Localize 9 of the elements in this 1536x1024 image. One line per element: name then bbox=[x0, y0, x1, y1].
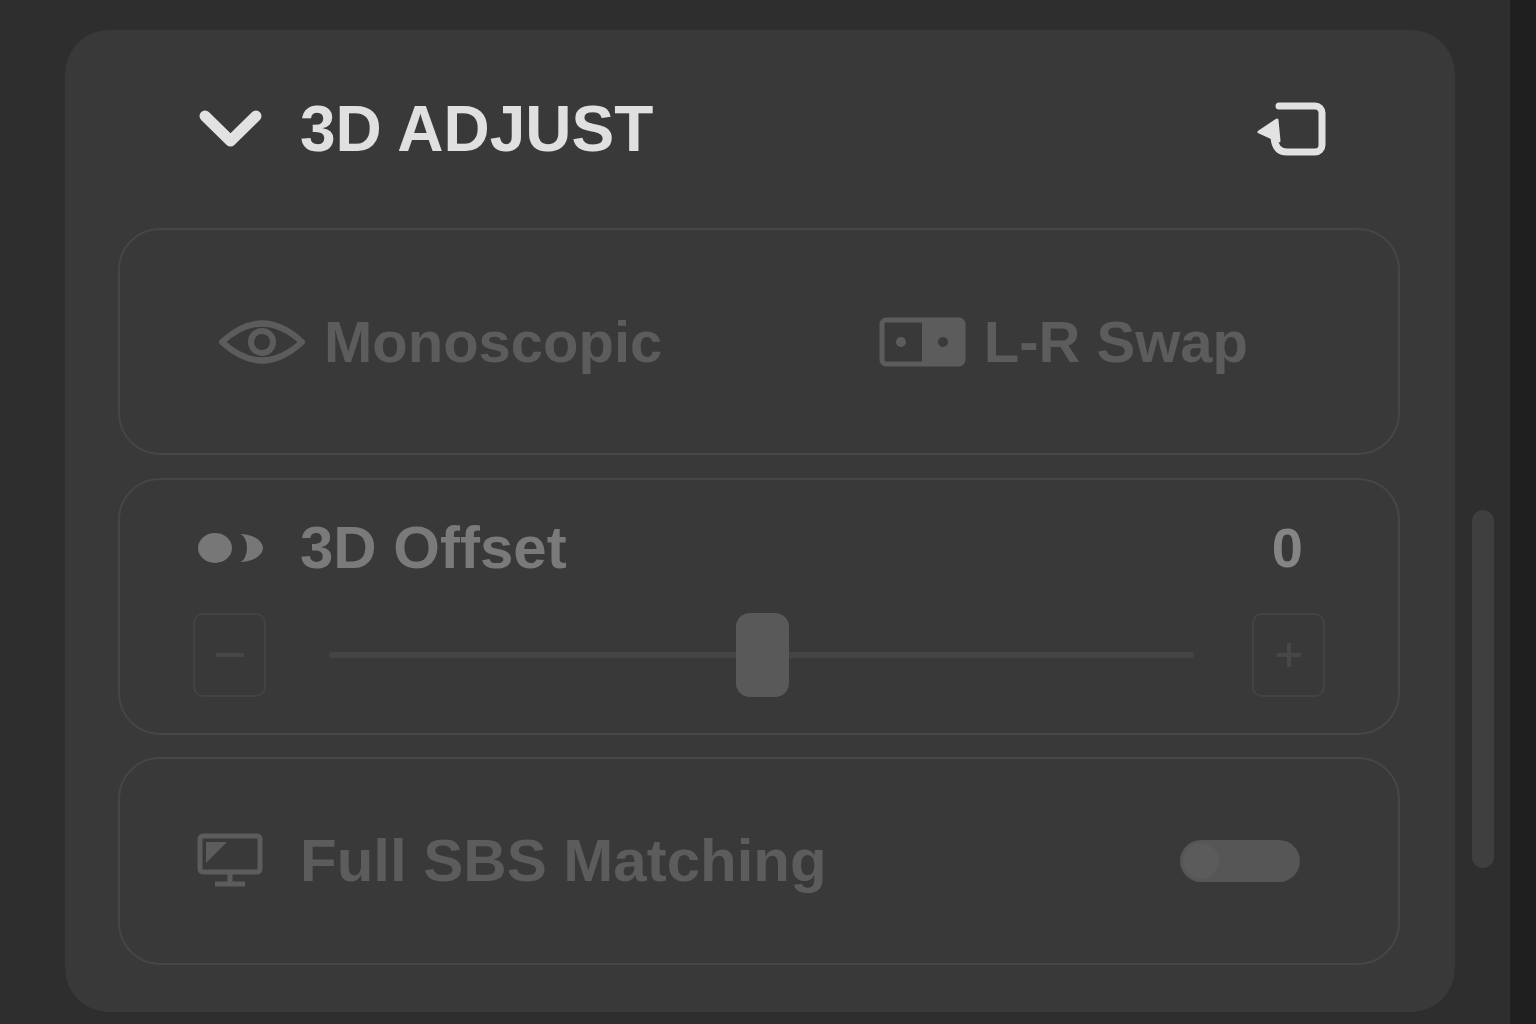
section-title: 3D ADJUST bbox=[300, 97, 654, 161]
split-square-icon bbox=[878, 316, 966, 367]
offset-value: 0 bbox=[1271, 520, 1303, 576]
chevron-icon[interactable] bbox=[198, 109, 263, 149]
monitor-icon bbox=[197, 833, 263, 889]
offset-label: 3D Offset bbox=[300, 518, 567, 578]
return-arrow-icon[interactable] bbox=[1257, 101, 1327, 157]
dots-icon bbox=[197, 531, 263, 565]
slider-thumb[interactable] bbox=[735, 613, 789, 697]
